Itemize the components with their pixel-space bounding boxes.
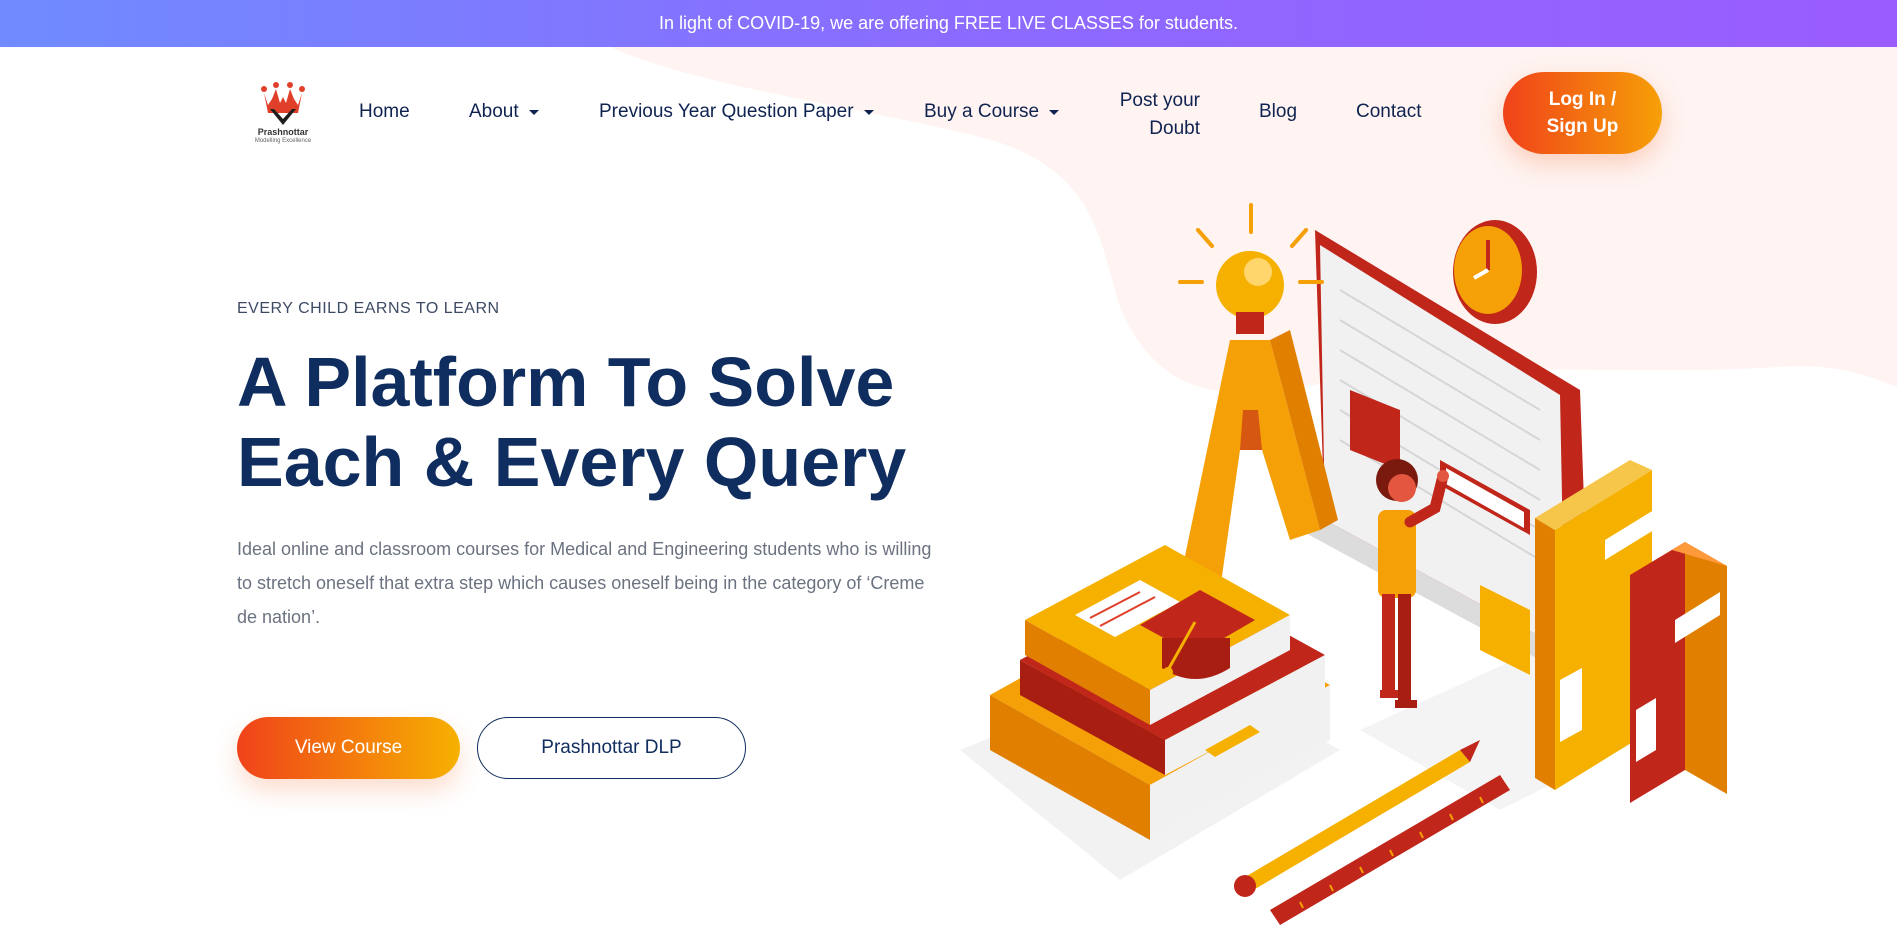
education-illustration	[960, 203, 1727, 925]
nav-about[interactable]: About	[469, 101, 539, 123]
caret-down-icon	[863, 109, 874, 115]
nav-home[interactable]: Home	[359, 101, 410, 123]
promo-text: In light of COVID-19, we are offering FR…	[659, 13, 1238, 33]
nav-contact[interactable]: Contact	[1356, 101, 1421, 123]
dlp-label: Prashnottar DLP	[541, 737, 682, 758]
nav-about-label: About	[469, 101, 519, 122]
hero-eyebrow: EVERY CHILD EARNS TO LEARN	[237, 300, 500, 317]
login-signup-button[interactable]: Log In / Sign Up	[1503, 72, 1662, 154]
logo-tagline: Modelling Excellence	[254, 138, 312, 144]
nav-blog[interactable]: Blog	[1259, 101, 1297, 123]
promo-banner: In light of COVID-19, we are offering FR…	[0, 0, 1897, 47]
nav-doubt-line1: Post your	[1119, 90, 1200, 111]
site-header: Prashnottar Modelling Excellence Home Ab…	[0, 47, 1897, 177]
view-course-label: View Course	[294, 737, 403, 758]
nav-doubt-line2: Doubt	[1149, 118, 1200, 139]
hero-description: Ideal online and classroom courses for M…	[237, 539, 932, 627]
nav-post-your-doubt[interactable]: Post your Doubt	[1100, 87, 1200, 143]
logo-name: Prashnottar	[257, 127, 309, 137]
headline-line2: Each & Every Query	[237, 423, 907, 501]
nav-previous-year-question-paper[interactable]: Previous Year Question Paper	[599, 101, 874, 123]
hero-section: EVERY CHILD EARNS TO LEARN A Platform To…	[237, 300, 957, 634]
nav-pyq-label: Previous Year Question Paper	[599, 101, 854, 122]
hero-headline: A Platform To Solve Each & Every Query	[237, 342, 957, 502]
headline-line1: A Platform To Solve	[237, 343, 895, 421]
login-line1: Log In /	[1548, 89, 1617, 110]
caret-down-icon	[1049, 109, 1060, 115]
caret-down-icon	[528, 109, 539, 115]
login-line2: Sign Up	[1546, 116, 1619, 137]
nav-home-label: Home	[359, 101, 410, 122]
nav-buy-a-course[interactable]: Buy a Course	[924, 101, 1060, 123]
nav-blog-label: Blog	[1259, 101, 1298, 122]
prashnottar-dlp-button[interactable]: Prashnottar DLP	[477, 717, 746, 779]
nav-contact-label: Contact	[1356, 101, 1422, 122]
nav-buy-course-label: Buy a Course	[924, 101, 1040, 122]
view-course-button[interactable]: View Course	[237, 717, 460, 779]
